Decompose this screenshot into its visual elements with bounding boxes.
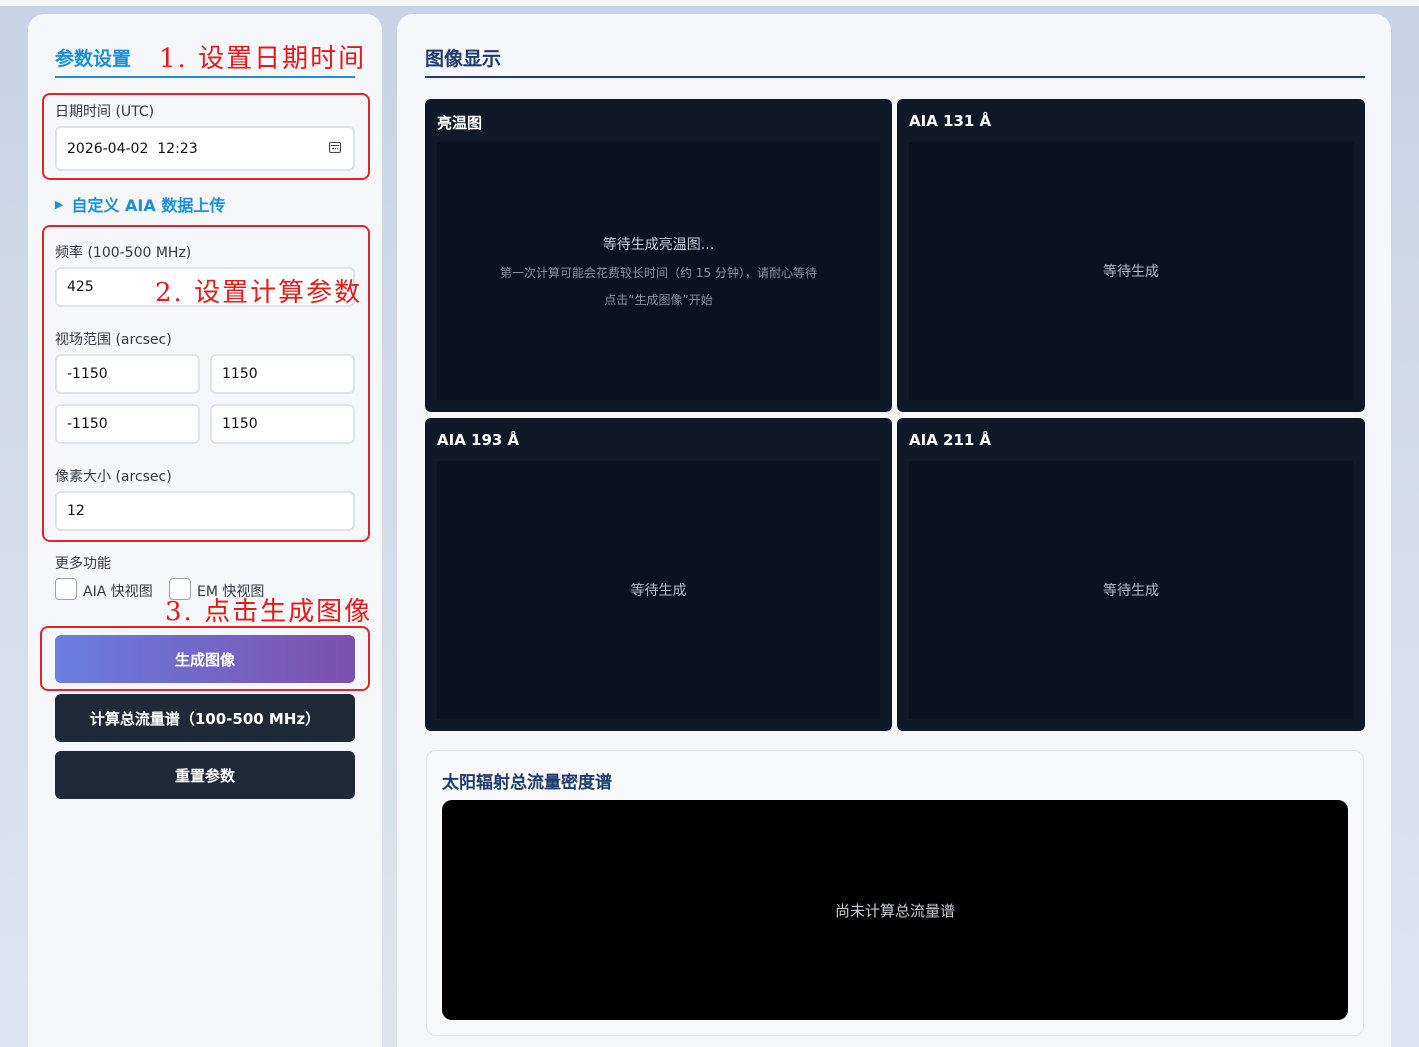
aia-131-card: AIA 131 Å 等待生成 [897, 99, 1365, 412]
flux-spectrum-card: 太阳辐射总流量密度谱 尚未计算总流量谱 [426, 750, 1364, 1036]
fov-label: 视场范围 (arcsec) [55, 332, 172, 348]
spectrum-placeholder: 尚未计算总流量谱 [834, 901, 955, 920]
fov-x-min-input[interactable]: -1150 [55, 354, 200, 394]
panel-title: 图像显示 [425, 48, 502, 70]
datetime-label: 日期时间 (UTC) [55, 104, 155, 120]
aia-131-image-area: 等待生成 [909, 142, 1353, 400]
compute-spectrum-button[interactable]: 计算总流量谱（100-500 MHz） [55, 694, 355, 742]
waiting-message: 等待生成 [1103, 264, 1159, 280]
waiting-message: 等待生成亮温图... [602, 237, 715, 253]
waiting-message: 等待生成 [630, 583, 687, 599]
spectrum-plot-area: 尚未计算总流量谱 [442, 800, 1348, 1020]
annotation-step2: 2. 设置计算参数 [155, 278, 363, 308]
pixel-size-value: 12 [67, 503, 85, 519]
fov-x-max-value: 1150 [222, 366, 258, 382]
waiting-hint: 点击“生成图像”开始 [604, 293, 713, 307]
generate-image-button[interactable]: 生成图像 [55, 635, 355, 683]
fov-x-min-value: -1150 [67, 366, 108, 382]
upload-toggle-label: 自定义 AIA 数据上传 [71, 196, 226, 215]
triangle-right-icon: ▶ [55, 197, 64, 211]
parameter-panel: 参数设置 1. 设置日期时间 日期时间 (UTC) 2026-04-02 12:… [28, 14, 382, 1047]
top-bar [0, 0, 1419, 6]
aia-193-card: AIA 193 Å 等待生成 [425, 418, 892, 731]
card-title: AIA 211 Å [909, 431, 992, 449]
fov-x-max-input[interactable]: 1150 [210, 354, 355, 394]
aia-193-image-area: 等待生成 [437, 461, 880, 719]
annotation-step1: 1. 设置日期时间 [159, 44, 367, 74]
more-features-label: 更多功能 [55, 556, 111, 572]
aia-quickview-label[interactable]: AIA 快视图 [83, 581, 153, 601]
annotation-step3: 3. 点击生成图像 [165, 597, 373, 627]
image-display-panel: 图像显示 亮温图 等待生成亮温图... 第一次计算可能会花费较长时间（约 15 … [397, 14, 1391, 1047]
title-underline [55, 76, 355, 78]
datetime-input[interactable]: 2026-04-02 12:23 [55, 126, 355, 171]
pixel-size-input[interactable]: 12 [55, 491, 355, 531]
card-title: 亮温图 [437, 114, 483, 132]
reset-params-button[interactable]: 重置参数 [55, 751, 355, 799]
panel-title: 参数设置 [55, 48, 132, 70]
title-underline [425, 76, 1365, 78]
fov-y-min-value: -1150 [67, 416, 108, 432]
fov-y-max-input[interactable]: 1150 [210, 404, 355, 444]
waiting-note: 第一次计算可能会花费较长时间（约 15 分钟），请耐心等待 [500, 266, 817, 280]
fov-y-max-value: 1150 [222, 416, 258, 432]
frequency-value: 425 [67, 279, 94, 295]
frequency-label: 频率 (100-500 MHz) [55, 245, 192, 261]
fov-y-min-input[interactable]: -1150 [55, 404, 200, 444]
spectrum-title: 太阳辐射总流量密度谱 [442, 773, 612, 793]
aia-211-image-area: 等待生成 [909, 461, 1353, 719]
aia-quickview-checkbox[interactable] [55, 578, 77, 600]
datetime-value: 2026-04-02 12:23 [67, 140, 198, 157]
custom-aia-upload-toggle[interactable]: ▶ 自定义 AIA 数据上传 [55, 192, 225, 216]
card-title: AIA 193 Å [437, 431, 520, 449]
waiting-message: 等待生成 [1103, 583, 1159, 599]
card-title: AIA 131 Å [909, 112, 992, 130]
calendar-icon[interactable] [329, 142, 341, 153]
brightness-temp-image-area: 等待生成亮温图... 第一次计算可能会花费较长时间（约 15 分钟），请耐心等待… [437, 142, 880, 400]
aia-211-card: AIA 211 Å 等待生成 [897, 418, 1365, 731]
pixel-size-label: 像素大小 (arcsec) [55, 469, 172, 485]
brightness-temp-card: 亮温图 等待生成亮温图... 第一次计算可能会花费较长时间（约 15 分钟），请… [425, 99, 892, 412]
